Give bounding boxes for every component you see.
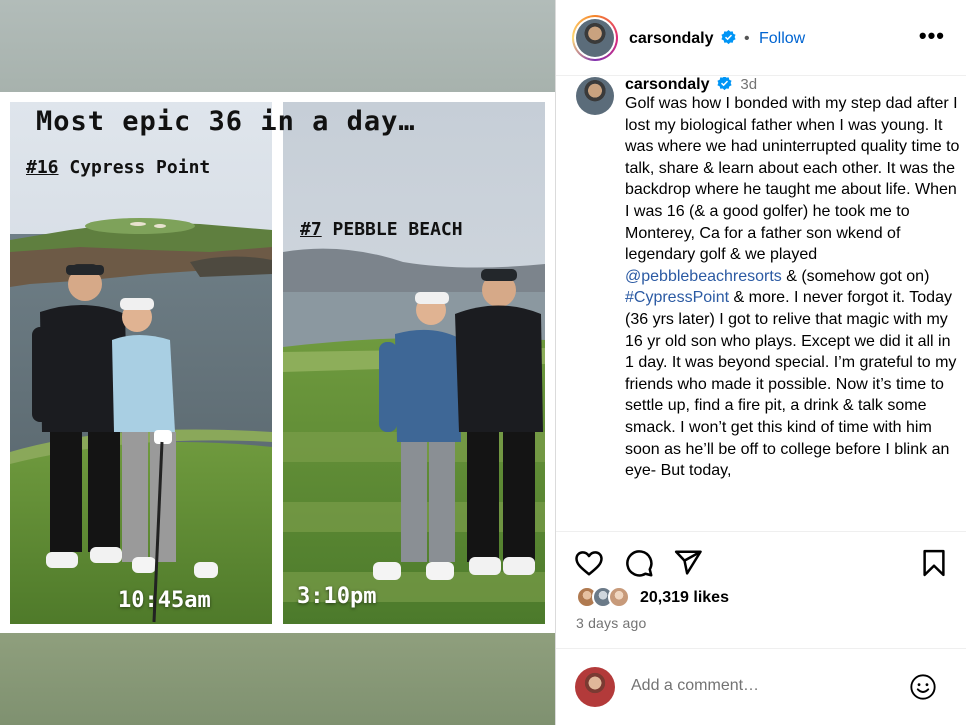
- post-time-ago[interactable]: 3 days ago: [576, 615, 647, 631]
- post-media[interactable]: Most epic 36 in a day… #16 Cypress Point…: [0, 0, 555, 725]
- action-bar: [556, 531, 966, 591]
- caption-avatar[interactable]: [576, 77, 614, 115]
- likes-count[interactable]: 20,319 likes: [640, 589, 729, 607]
- viewer-avatar: [575, 667, 615, 707]
- photo-cypress-point: [10, 102, 272, 624]
- comment-bar: [556, 648, 966, 725]
- avatar-image: [576, 19, 614, 57]
- username-text[interactable]: carsondaly: [629, 30, 713, 47]
- verified-badge-icon: [717, 77, 732, 91]
- caption-segment: & (somehow got on): [781, 267, 930, 285]
- author-username[interactable]: carsondaly: [629, 30, 736, 48]
- timestamp-left: 10:45am: [118, 588, 211, 613]
- hashtag-link[interactable]: #CypressPoint: [625, 289, 729, 306]
- course-name: PEBBLE BEACH: [332, 219, 463, 240]
- story-title: Most epic 36 in a day…: [36, 106, 416, 137]
- post-sidebar: carsondaly • Follow ••• carsondaly 3d Go…: [555, 0, 966, 725]
- heart-icon[interactable]: [574, 548, 604, 578]
- caption-username[interactable]: carsondaly: [625, 77, 709, 93]
- follow-button[interactable]: Follow: [759, 30, 805, 48]
- course-label-left: #16 Cypress Point: [26, 157, 210, 178]
- photo-pebble-beach: [283, 102, 545, 624]
- comment-input[interactable]: [631, 677, 891, 695]
- course-name: Cypress Point: [69, 157, 211, 178]
- comment-bubble-icon[interactable]: [624, 548, 654, 578]
- bookmark-icon[interactable]: [919, 548, 949, 578]
- timestamp-right: 3:10pm: [297, 584, 377, 609]
- caption-text: Golf was how I bonded with my step dad a…: [625, 93, 961, 482]
- verified-badge-icon: [721, 30, 736, 45]
- more-options-button[interactable]: •••: [919, 25, 945, 47]
- caption-author[interactable]: carsondaly 3d: [625, 77, 757, 94]
- course-label-right: #7 PEBBLE BEACH: [300, 219, 463, 240]
- hole-number: #16: [26, 157, 59, 178]
- smiley-icon[interactable]: [909, 673, 937, 701]
- paper-plane-icon[interactable]: [673, 548, 703, 578]
- caption-age: 3d: [740, 77, 758, 93]
- separator-dot: •: [744, 30, 750, 47]
- mention-link[interactable]: @pebblebeachresorts: [625, 268, 782, 285]
- hole-number: #7: [300, 219, 322, 240]
- caption-section: carsondaly 3d Golf was how I bonded with…: [556, 77, 966, 531]
- author-avatar[interactable]: [572, 15, 618, 61]
- caption-segment: Golf was how I bonded with my step dad a…: [625, 95, 960, 264]
- post-header: carsondaly • Follow •••: [556, 0, 966, 76]
- liker-avatar: [608, 586, 630, 608]
- caption-segment: & more. I never forgot it. Today (36 yrs…: [625, 289, 957, 480]
